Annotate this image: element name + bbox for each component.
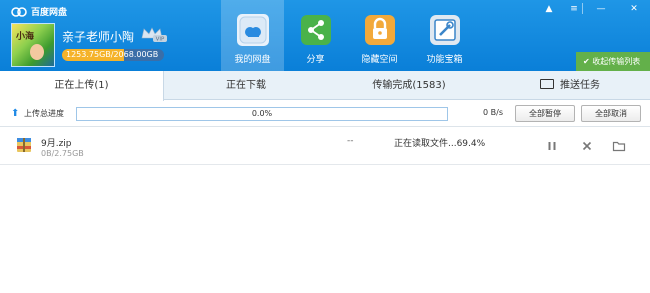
folder-cloud-icon bbox=[237, 14, 269, 46]
monitor-icon bbox=[540, 79, 554, 89]
pin-icon[interactable]: ▲ bbox=[540, 2, 558, 16]
app-header: 百度网盘 ▲ ≡ — ✕ 小海 亲子老师小陶 VIP 1253.75GB/206… bbox=[0, 0, 650, 71]
quota-bar: 1253.75GB/2068.00GB bbox=[62, 49, 164, 61]
nav-my-disk[interactable]: 我的网盘 bbox=[221, 0, 284, 71]
svg-text:VIP: VIP bbox=[156, 37, 165, 43]
tab-completed[interactable]: 传输完成(1583) bbox=[328, 71, 490, 100]
upload-speed: 0 B/s bbox=[483, 108, 503, 117]
progress-label: 上传总进度 bbox=[24, 109, 64, 118]
avatar-text: 小海 bbox=[16, 32, 35, 42]
toolbox-icon bbox=[429, 14, 461, 46]
file-status: 正在读取文件...69.4% bbox=[394, 139, 486, 149]
nav-hidden-space[interactable]: 隐藏空间 bbox=[348, 0, 411, 71]
pause-icon[interactable] bbox=[545, 139, 559, 153]
avatar-face bbox=[30, 44, 44, 60]
pause-all-button[interactable]: 全部暂停 bbox=[515, 105, 575, 122]
nav-label: 功能宝箱 bbox=[426, 55, 463, 65]
file-name: 9月.zip bbox=[41, 139, 72, 149]
cancel-all-button[interactable]: 全部取消 bbox=[581, 105, 641, 122]
cloud-logo-icon bbox=[11, 5, 27, 17]
zip-archive-icon bbox=[16, 137, 32, 153]
collapse-transfer-list-button[interactable]: ✔ 收起传输列表 bbox=[576, 52, 650, 71]
share-icon bbox=[300, 14, 332, 46]
file-speed: -- bbox=[347, 136, 354, 146]
nav-label: 我的网盘 bbox=[234, 55, 271, 65]
total-progress-bar: 0.0% bbox=[76, 107, 448, 121]
tab-push-label: 推送任务 bbox=[560, 80, 600, 91]
lock-icon bbox=[364, 14, 396, 46]
transfer-tabs: 正在上传(1) 正在下载 传输完成(1583) 推送任务 bbox=[0, 71, 650, 101]
folder-icon[interactable] bbox=[612, 139, 626, 153]
tab-downloading[interactable]: 正在下载 bbox=[164, 71, 328, 100]
close-icon[interactable] bbox=[580, 139, 594, 153]
avatar[interactable]: 小海 bbox=[11, 23, 55, 67]
brand: 百度网盘 bbox=[11, 4, 67, 18]
nav-label: 分享 bbox=[306, 55, 325, 65]
tab-push-tasks[interactable]: 推送任务 bbox=[490, 71, 650, 100]
window-controls-divider bbox=[582, 3, 583, 14]
quota-text: 1253.75GB/2068.00GB bbox=[66, 50, 159, 59]
nav-share[interactable]: 分享 bbox=[284, 0, 347, 71]
username[interactable]: 亲子老师小陶 bbox=[62, 28, 134, 45]
upload-arrow-icon: ⬆ bbox=[11, 108, 20, 119]
vip-crown-icon[interactable]: VIP bbox=[140, 26, 168, 44]
menu-icon[interactable]: ≡ bbox=[565, 2, 583, 16]
app-name: 百度网盘 bbox=[31, 7, 68, 18]
upload-progress-row: ⬆ 上传总进度 0.0% 0 B/s 全部暂停 全部取消 bbox=[0, 101, 650, 127]
file-size: 0B/2.75GB bbox=[41, 149, 84, 158]
total-progress-percent: 0.0% bbox=[251, 109, 273, 118]
table-row[interactable]: 9月.zip 0B/2.75GB -- 正在读取文件...69.4% bbox=[0, 127, 650, 165]
tab-uploading[interactable]: 正在上传(1) bbox=[0, 71, 164, 101]
minimize-button[interactable]: — bbox=[592, 2, 610, 16]
close-button[interactable]: ✕ bbox=[625, 2, 643, 16]
nav-toolbox[interactable]: 功能宝箱 bbox=[413, 0, 476, 71]
nav-label: 隐藏空间 bbox=[361, 55, 398, 65]
